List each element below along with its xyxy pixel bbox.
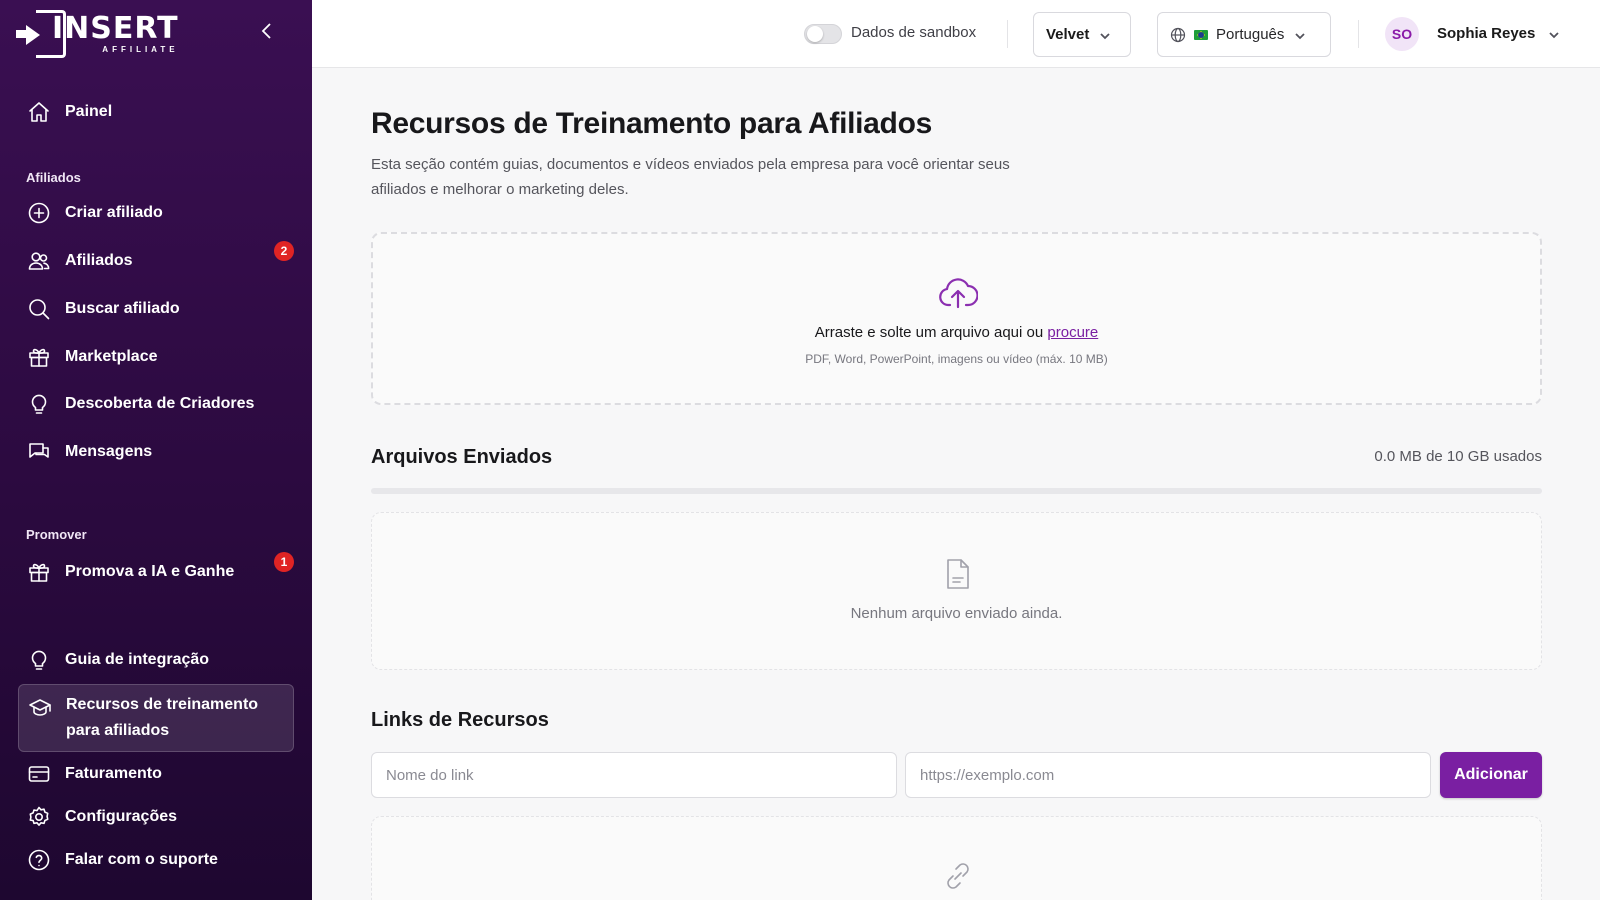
sidebar-item-marketplace[interactable]: Marketplace [18,337,294,377]
home-icon [26,99,52,125]
sidebar: INSERT AFFILIATE Painel Afiliados Criar … [0,0,312,900]
sidebar-item-label: Promova a IA e Ganhe [65,563,235,580]
sidebar-item-afiliados[interactable]: Afiliados 2 [18,241,294,281]
uploaded-files-heading: Arquivos Enviados [371,446,553,468]
dropzone-text: Arraste e solte um arquivo aqui ou procu… [373,324,1540,341]
sidebar-item-label: Afiliados [65,252,133,269]
sidebar-item-mensagens[interactable]: Mensagens [18,432,294,472]
document-icon [945,558,971,590]
sidebar-item-label: Marketplace [65,348,158,365]
divider [1358,20,1359,48]
sidebar-item-criar-afiliado[interactable]: Criar afiliado [18,193,294,233]
link-icon [941,859,975,893]
language-name: Português [1216,26,1285,43]
sidebar-item-label: Painel [65,103,113,120]
lightbulb-icon [26,391,52,417]
file-dropzone[interactable]: Arraste e solte um arquivo aqui ou procu… [371,232,1542,405]
sidebar-item-painel[interactable]: Painel [18,92,294,132]
chevron-down-icon [1294,29,1306,41]
notification-badge: 1 [274,552,294,572]
logo-name: INSERT [52,11,179,46]
chat-icon [26,439,52,465]
dropzone-hint: PDF, Word, PowerPoint, imagens ou vídeo … [805,352,1108,366]
users-icon [26,248,52,274]
sidebar-item-buscar-afiliado[interactable]: Buscar afiliado [18,289,294,329]
sidebar-item-label: Recursos de treinamento para afiliados [66,696,259,739]
storage-usage: 0.0 MB de 10 GB usados [1374,448,1542,465]
storage-progress-bar [371,488,1542,494]
sidebar-item-label: Descoberta de Criadores [65,395,255,412]
chevron-down-icon [1099,29,1111,41]
credit-card-icon [26,761,52,787]
gift-icon [26,344,52,370]
resource-links-heading: Links de Recursos [371,709,549,731]
chevron-down-icon[interactable] [1548,28,1560,40]
top-bar: Dados de sandbox Velvet Português SO Sop… [312,0,1600,68]
workspace-name: Velvet [1046,26,1090,43]
sidebar-item-label: Configurações [65,808,178,825]
link-name-input[interactable] [371,752,897,798]
logo-tagline: AFFILIATE [102,45,179,54]
sidebar-item-label: Buscar afiliado [65,300,180,317]
section-label-promover: Promover [26,527,87,542]
brazil-flag-icon [1194,29,1208,40]
sidebar-item-label: Falar com o suporte [65,851,218,868]
sidebar-item-recursos-de-treinamento[interactable]: Recursos de treinamento para afiliados [18,684,294,752]
uploaded-files-empty-state: Nenhum arquivo enviado ainda. [371,512,1542,670]
sidebar-item-label: Guia de integração [65,651,210,668]
help-circle-icon [26,847,52,873]
lightbulb-icon [26,647,52,673]
sidebar-item-configuracoes[interactable]: Configurações [18,797,294,837]
sandbox-toggle[interactable] [804,24,842,44]
sidebar-item-label: Criar afiliado [65,204,163,221]
cloud-upload-icon [938,276,979,310]
browse-link[interactable]: procure [1047,324,1098,341]
collapse-sidebar-icon[interactable] [256,22,278,46]
link-url-input[interactable] [905,752,1431,798]
globe-icon [1170,27,1186,43]
logo-mark [16,10,66,58]
sidebar-item-faturamento[interactable]: Faturamento [18,754,294,794]
user-name[interactable]: Sophia Reyes [1437,25,1535,42]
language-select[interactable]: Português [1157,12,1331,57]
resource-links-empty-state [371,816,1542,900]
sidebar-item-label: Mensagens [65,443,153,460]
section-label-afiliados: Afiliados [26,170,81,185]
page-description: Esta seção contém guias, documentos e ví… [371,156,1010,198]
dropzone-instruction: Arraste e solte um arquivo aqui ou [814,324,1044,341]
search-icon [26,296,52,322]
sidebar-item-promova-a-ia[interactable]: Promova a IA e Ganhe 1 [18,552,294,592]
divider [1007,20,1008,48]
sidebar-item-label: Faturamento [65,765,162,782]
gift-icon [26,559,52,585]
graduation-cap-icon [27,695,53,721]
workspace-select[interactable]: Velvet [1033,12,1131,57]
sandbox-label: Dados de sandbox [851,24,977,41]
sidebar-item-descoberta-de-criadores[interactable]: Descoberta de Criadores [18,384,294,424]
gear-icon [26,804,52,830]
empty-files-text: Nenhum arquivo enviado ainda. [850,605,1063,622]
add-link-button[interactable]: Adicionar [1440,752,1542,798]
avatar[interactable]: SO [1385,17,1419,51]
page-title: Recursos de Treinamento para Afiliados [371,107,932,140]
sidebar-item-guia-de-integracao[interactable]: Guia de integração [18,640,294,680]
insert-affiliate-logo[interactable]: INSERT AFFILIATE [16,10,179,58]
sidebar-item-falar-com-o-suporte[interactable]: Falar com o suporte [18,840,294,880]
notification-badge: 2 [274,241,294,261]
plus-circle-icon [26,200,52,226]
